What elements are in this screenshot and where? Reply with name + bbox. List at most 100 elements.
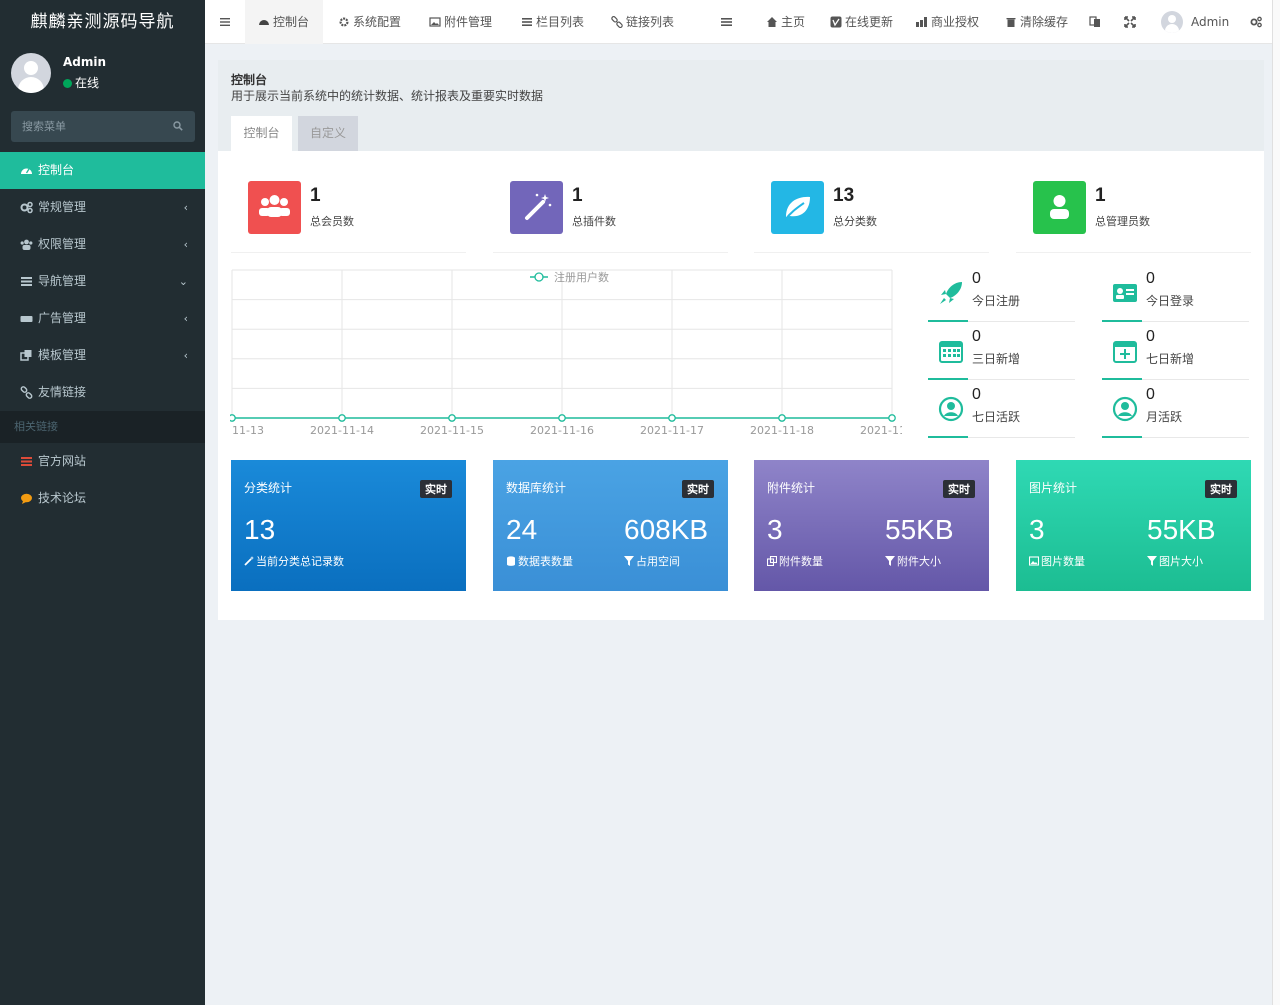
data-point [668,414,676,422]
mini-value: 0 [1146,270,1155,287]
database-icon [507,556,515,566]
tab-links[interactable]: 链接列表 [611,0,674,44]
ad-icon [20,316,33,322]
chevron-left-icon: ‹ [183,349,188,362]
card-label: 当前分类总记录数 [244,553,344,569]
user-name: Admin [1191,15,1230,29]
mini-label: 七日活跃 [972,410,1021,424]
card-value: 3 [1029,514,1045,545]
x-tick-label: 2021-11-14 [310,424,374,437]
realtime-badge: 实时 [420,480,452,498]
sidebar-item-official-site[interactable]: 官方网站 [0,443,205,480]
commercial-license-link[interactable]: 商业授权 [916,0,979,44]
rocket-icon [940,282,962,304]
sidebar-item-dashboard[interactable]: 控制台 [0,152,205,189]
user-circle-icon [938,396,964,422]
mini-stat-seven-day-active: 0 七日活跃 [928,386,1075,444]
panel-header: 控制台 用于展示当前系统中的统计数据、统计报表及重要实时数据 控制台 自定义 [218,60,1264,151]
user-menu[interactable]: Admin [1161,0,1229,44]
dashboard-panel: 控制台 用于展示当前系统中的统计数据、统计报表及重要实时数据 控制台 自定义 1… [218,60,1264,620]
tab-system-config[interactable]: 系统配置 [338,0,401,44]
clone-icon [20,350,32,361]
mini-value: 0 [972,270,981,287]
realtime-badge: 实时 [1205,480,1237,498]
card-attachment-stats: 附件统计 实时 3 55KB 附件数量 附件大小 [754,460,989,591]
tab-label: 栏目列表 [536,15,585,29]
tab-custom[interactable]: 自定义 [298,116,358,151]
card-value-secondary: 55KB [885,514,954,545]
top-navbar: 控制台 系统配置 附件管理 栏目列表 链接列表 主页 在线更新 商业授权 清除缓… [205,0,1280,44]
tabs-dropdown-button[interactable] [715,0,742,44]
x-tick-label: 2021-11-18 [750,424,814,437]
sidebar-item-templates[interactable]: 模板管理 ‹ [0,337,205,374]
page-title: 控制台 [231,73,268,87]
stat-admins: 1 总管理员数 [1016,180,1251,253]
stat-value: 13 [833,185,855,206]
stat-label: 总插件数 [572,215,616,228]
language-button[interactable] [1089,0,1104,44]
avatar [11,53,51,93]
stat-value: 1 [310,185,321,206]
tab-label: 系统配置 [353,15,402,29]
sidebar-item-ads[interactable]: 广告管理 ‹ [0,300,205,337]
nav-label: 商业授权 [931,15,980,29]
stat-value: 1 [572,185,583,206]
tab-categories[interactable]: 栏目列表 [521,0,584,44]
home-link[interactable]: 主页 [766,0,805,44]
calendar-icon [939,341,963,363]
mini-value: 0 [972,328,981,345]
sidebar-item-general[interactable]: 常规管理 ‹ [0,189,205,226]
sidebar-item-label: 官方网站 [38,454,87,468]
card-title: 分类统计 [244,481,293,495]
filter-icon [1147,556,1157,566]
stat-label: 总会员数 [310,215,354,228]
tab-dashboard[interactable]: 控制台 [245,0,323,44]
search-icon[interactable] [173,121,183,131]
image-icon [429,17,441,27]
card-label: 数据表数量 [506,553,573,569]
sidebar-item-navigation[interactable]: 导航管理 ⌄ [0,263,205,300]
dashboard-icon [259,20,269,25]
stat-label: 总管理员数 [1095,215,1150,228]
hamburger-icon [220,18,230,26]
sidebar-item-forum[interactable]: 技术论坛 [0,480,205,517]
card-value: 24 [506,514,538,545]
mini-stat-seven-day-new: 0 七日新增 [1102,328,1249,386]
data-point [888,414,896,422]
x-tick-label: 2021-11-17 [640,424,704,437]
chevron-left-icon: ‹ [183,312,188,325]
online-update-link[interactable]: 在线更新 [830,0,893,44]
id-card-icon [1113,284,1137,302]
settings-button[interactable] [1250,0,1265,44]
sidebar-menu: 控制台 常规管理 ‹ 权限管理 ‹ 导航管理 ⌄ 广告管理 ‹ 模板管理 ‹ 友… [0,152,205,517]
tab-dashboard-content[interactable]: 控制台 [231,116,292,151]
data-point [558,414,566,422]
tab-attachments[interactable]: 附件管理 [429,0,492,44]
mini-stat-three-day: 0 三日新增 [928,328,1075,386]
clear-cache-link[interactable]: 清除缓存 [1005,0,1068,44]
sidebar-toggle-button[interactable] [219,0,234,44]
stat-value: 1 [1095,185,1106,206]
sidebar-item-label: 广告管理 [38,311,87,325]
page-scrollbar[interactable] [1272,0,1280,1005]
realtime-badge: 实时 [682,480,714,498]
sidebar-item-friend-links[interactable]: 友情链接 [0,374,205,411]
fullscreen-icon [1124,16,1136,28]
sidebar-item-permissions[interactable]: 权限管理 ‹ [0,226,205,263]
card-label-text: 附件数量 [779,555,823,568]
mini-label: 七日新增 [1146,352,1195,366]
vimeo-icon [830,16,842,28]
card-label-secondary: 图片大小 [1147,553,1203,569]
filter-icon [885,556,895,566]
x-tick-label: 2021-11-16 [530,424,594,437]
fullscreen-button[interactable] [1124,0,1139,44]
app-logo[interactable]: 麒麟亲测源码导航 [0,0,205,44]
gears-icon [1250,16,1262,28]
card-label: 附件数量 [767,553,823,569]
menu-search [11,111,195,142]
sidebar-item-label: 权限管理 [38,237,87,251]
users-icon [20,239,33,250]
user-panel: Admin 在线 [0,44,205,106]
comment-icon [21,493,32,504]
menu-search-input[interactable] [11,111,161,142]
